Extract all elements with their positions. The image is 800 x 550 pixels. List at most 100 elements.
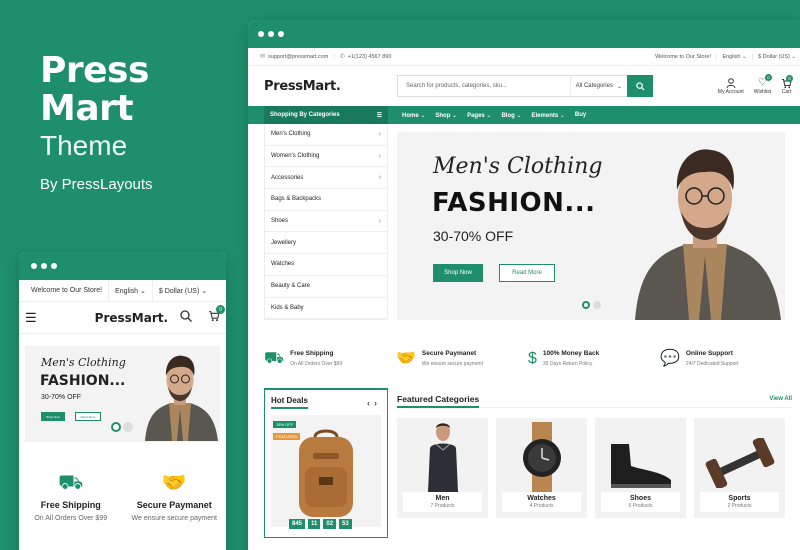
slider-dot-active[interactable] [111,422,121,432]
hot-deals-panel: Hot Deals ‹› 15% OFF FEATURED 845 11 02 [264,388,388,539]
category-item-jewellery[interactable]: Jewellery [265,232,387,255]
mobile-read-more-button[interactable]: Read More [75,412,101,421]
category-item-accessories[interactable]: Accessories › [265,167,387,190]
category-name: Men [435,495,450,503]
mail-icon: ✉ [260,54,266,60]
feature-subtitle: We ensure secure payment [131,515,217,522]
chevron-right-icon[interactable]: › [374,398,381,408]
category-item-womens-clothing[interactable]: Women's Clothing › [265,146,387,168]
brand-author: By PressLayouts [40,176,153,193]
category-item-beauty[interactable]: Beauty & Care [265,276,387,298]
feature-title: Free Shipping [40,500,101,510]
feature-subtitle: 24/7 Dedicated Support [685,361,739,368]
category-item-mens-clothing[interactable]: Men's Clothing › [265,124,387,146]
read-more-button[interactable]: Read More [499,264,555,282]
deal-countdown: 845 11 02 53 [289,519,352,530]
brand-subtitle: Theme [40,130,128,161]
currency-select[interactable]: $ Dollar (US) ⌄ [758,54,796,60]
nav-item-pages[interactable]: Pages [467,112,491,119]
category-item-watches[interactable]: Watches [265,254,387,276]
nav-item-elements[interactable]: Elements [532,112,565,119]
category-list: Men's Clothing › Women's Clothing › Access… [264,124,388,321]
features-row: ⛟ Free Shipping On All Orders Over $99 🤝 … [248,320,800,368]
men-category-image [428,423,458,493]
category-item-kids[interactable]: Kids & Baby [265,298,387,320]
mobile-currency-select[interactable]: $ Dollar (US) ⌄ [153,280,213,301]
mobile-header-icons: 0 [180,305,225,325]
handshake-icon: 🤝 [396,350,416,368]
chevron-left-icon[interactable]: ‹ [367,398,374,408]
feature-title: Online Support [685,350,733,358]
nav-item-buy[interactable]: Buy [575,112,586,119]
mobile-shop-now-button[interactable]: Shop Now [41,412,65,421]
brand-name-line1: Press [40,50,149,91]
category-card-shoes[interactable]: Shoes 5 Products [595,418,686,519]
category-card-watches[interactable]: Watches 4 Products [496,418,587,519]
feature-money-back: $ 100% Money Back 30 Days Return Policy [528,350,660,368]
category-card-label: Sports 2 Products [700,492,779,513]
feature-title: Free Shipping [290,350,334,358]
category-label: Kids & Baby [271,304,304,311]
category-label: Women's Clothing [271,153,320,160]
hot-deal-product[interactable]: 15% OFF FEATURED 845 11 02 53 [271,415,381,530]
featured-categories-title: Featured Categories [397,394,480,409]
language-select[interactable]: English ⌄ [722,54,746,60]
category-card-men[interactable]: Men 7 Products [397,418,488,519]
countdown-seconds: 53 [339,519,352,530]
feature-title: Secure Paymanet [421,350,477,358]
account-button[interactable]: My Account [718,78,744,95]
view-all-link[interactable]: View All [769,396,792,402]
window-dot [278,31,284,37]
category-item-bags[interactable]: Bags & Backpacks [265,189,387,211]
mobile-language-select[interactable]: English ⌄ [109,280,153,301]
window-dot [51,263,57,269]
wishlist-label: Wishlist [753,89,771,95]
category-label: Bags & Backpacks [271,196,322,203]
shoes-category-image [611,444,671,489]
desktop-window: ✉ support@pressmart.com | ✆ +1(123) 4567… [248,20,800,550]
category-count: 4 Products [529,503,554,510]
countdown-minutes: 02 [323,519,337,530]
search-bar: Search for products, categories, sku... … [397,75,653,97]
site-logo[interactable]: PressMart. [264,79,397,94]
feature-secure-payment: 🤝 Secure Paymanet We ensure secure paymen… [396,350,528,368]
category-card-sports[interactable]: Sports 2 Products [694,418,785,519]
hot-deals-arrows[interactable]: ‹› [367,398,381,408]
menu-icon: ☰ [376,112,382,119]
chevron-right-icon: › [378,217,381,225]
nav-item-shop[interactable]: Shop [435,112,457,119]
categories-toggle[interactable]: Shopping By Categories ☰ [264,106,388,124]
support-phone[interactable]: +1(123) 4567 890 [348,54,392,60]
main-content: Men's Clothing › Women's Clothing › Access… [248,124,800,321]
hot-deals-header: Hot Deals ‹› [271,396,381,410]
search-category-select[interactable]: All Categories ⌄ [569,76,627,96]
slider-dot-active[interactable] [582,301,590,309]
mobile-topbar: Welcome to Our Store! English ⌄ $ Dollar… [19,280,226,302]
feature-online-support: 💬 Online Support 24/7 Dedicated Support [660,350,792,368]
mobile-window: Welcome to Our Store! English ⌄ $ Dollar… [19,252,226,550]
category-label: Jewellery [271,239,297,246]
category-name: Watches [527,495,556,503]
mobile-cart-button[interactable]: 0 [208,305,225,325]
feature-title: Secure Paymanet [136,500,212,510]
wishlist-button[interactable]: ♡ 0 Wishlist [753,74,772,95]
support-email[interactable]: support@pressmart.com [268,54,328,60]
category-label: Men's Clothing [271,131,311,138]
cart-button[interactable]: 0 Cart [781,75,793,95]
hamburger-menu-icon[interactable]: ☰ [25,310,37,326]
category-count: 2 Products [727,503,752,510]
search-icon[interactable] [180,310,192,322]
nav-item-blog[interactable]: Blog [501,112,521,119]
nav-item-home[interactable]: Home [402,112,425,119]
sports-category-image [705,438,775,489]
shop-now-button[interactable]: Shop Now [433,264,483,282]
category-item-shoes[interactable]: Shoes › [265,211,387,233]
search-input[interactable]: Search for products, categories, sku... [398,83,570,89]
top-info-bar: ✉ support@pressmart.com | ✆ +1(123) 4567… [248,48,800,66]
mobile-logo[interactable]: PressMart. [95,311,168,325]
category-label: Beauty & Care [271,283,311,290]
search-button[interactable] [627,75,653,97]
slider-dot[interactable] [593,301,601,309]
mobile-feature-free-shipping: ⛟ Free Shipping On All Orders Over $99 [22,472,120,522]
slider-dot[interactable] [123,422,133,432]
